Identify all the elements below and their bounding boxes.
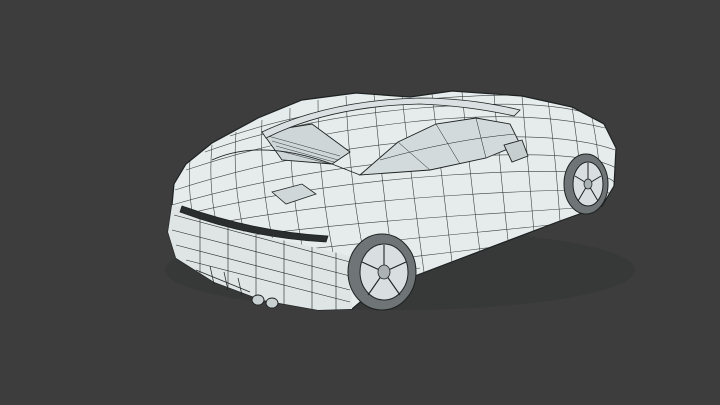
3d-viewport[interactable] [0,0,720,405]
car-wireframe-render[interactable] [0,0,720,405]
front-wheel[interactable] [563,153,609,215]
rear-wheel[interactable] [347,233,417,311]
